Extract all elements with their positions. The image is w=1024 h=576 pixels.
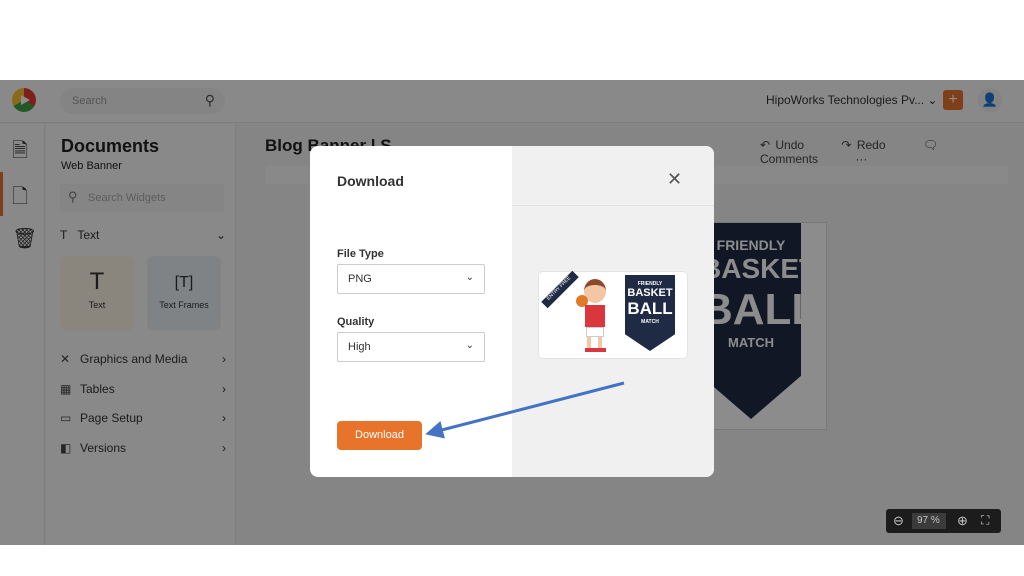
download-dialog: Download File Type PNG ⌄ Quality High ⌄ Do… — [310, 146, 714, 477]
quality-select[interactable]: High ⌄ — [337, 332, 485, 362]
dialog-form: Download File Type PNG ⌄ Quality High ⌄ Do… — [310, 146, 512, 477]
preview-badge: FRIENDLY BASKET BALL MATCH — [625, 275, 675, 351]
download-button[interactable]: Download — [337, 421, 422, 450]
preview-image: ENTRY FREE FRIENDLY BASKET BALL MATCH — [539, 270, 687, 358]
zoom-unit: % — [930, 515, 940, 526]
divider — [512, 205, 714, 206]
fit-screen-icon[interactable]: ⛶ — [981, 513, 989, 528]
close-icon[interactable]: ✕ — [667, 169, 682, 190]
dialog-preview-pane: ✕ ENTRY FREE FRIENDLY BASKET BALL MATCH — [512, 146, 714, 477]
badge-line: MATCH — [641, 319, 659, 325]
basketball-player-illustration — [576, 279, 612, 353]
quality-value: High — [348, 341, 371, 353]
file-type-select[interactable]: PNG ⌄ — [337, 264, 485, 294]
zoom-out-icon[interactable]: ⊖ — [893, 513, 904, 529]
zoom-number: 97 — [917, 515, 929, 526]
file-type-value: PNG — [348, 273, 372, 285]
chevron-down-icon: ⌄ — [465, 272, 474, 283]
dialog-title: Download — [337, 173, 404, 189]
badge-line: BALL — [627, 299, 673, 318]
preview-ribbon: ENTRY FREE — [541, 270, 579, 309]
zoom-value[interactable]: 97 % — [912, 513, 946, 529]
zoom-in-icon[interactable]: ⊕ — [957, 513, 968, 529]
chevron-down-icon: ⌄ — [465, 340, 474, 351]
badge-line: BASKET — [627, 287, 673, 299]
file-type-label: File Type — [337, 248, 384, 260]
zoom-controls: ⊖ 97 % ⊕ ⛶ — [886, 509, 1001, 533]
quality-label: Quality — [337, 316, 375, 328]
